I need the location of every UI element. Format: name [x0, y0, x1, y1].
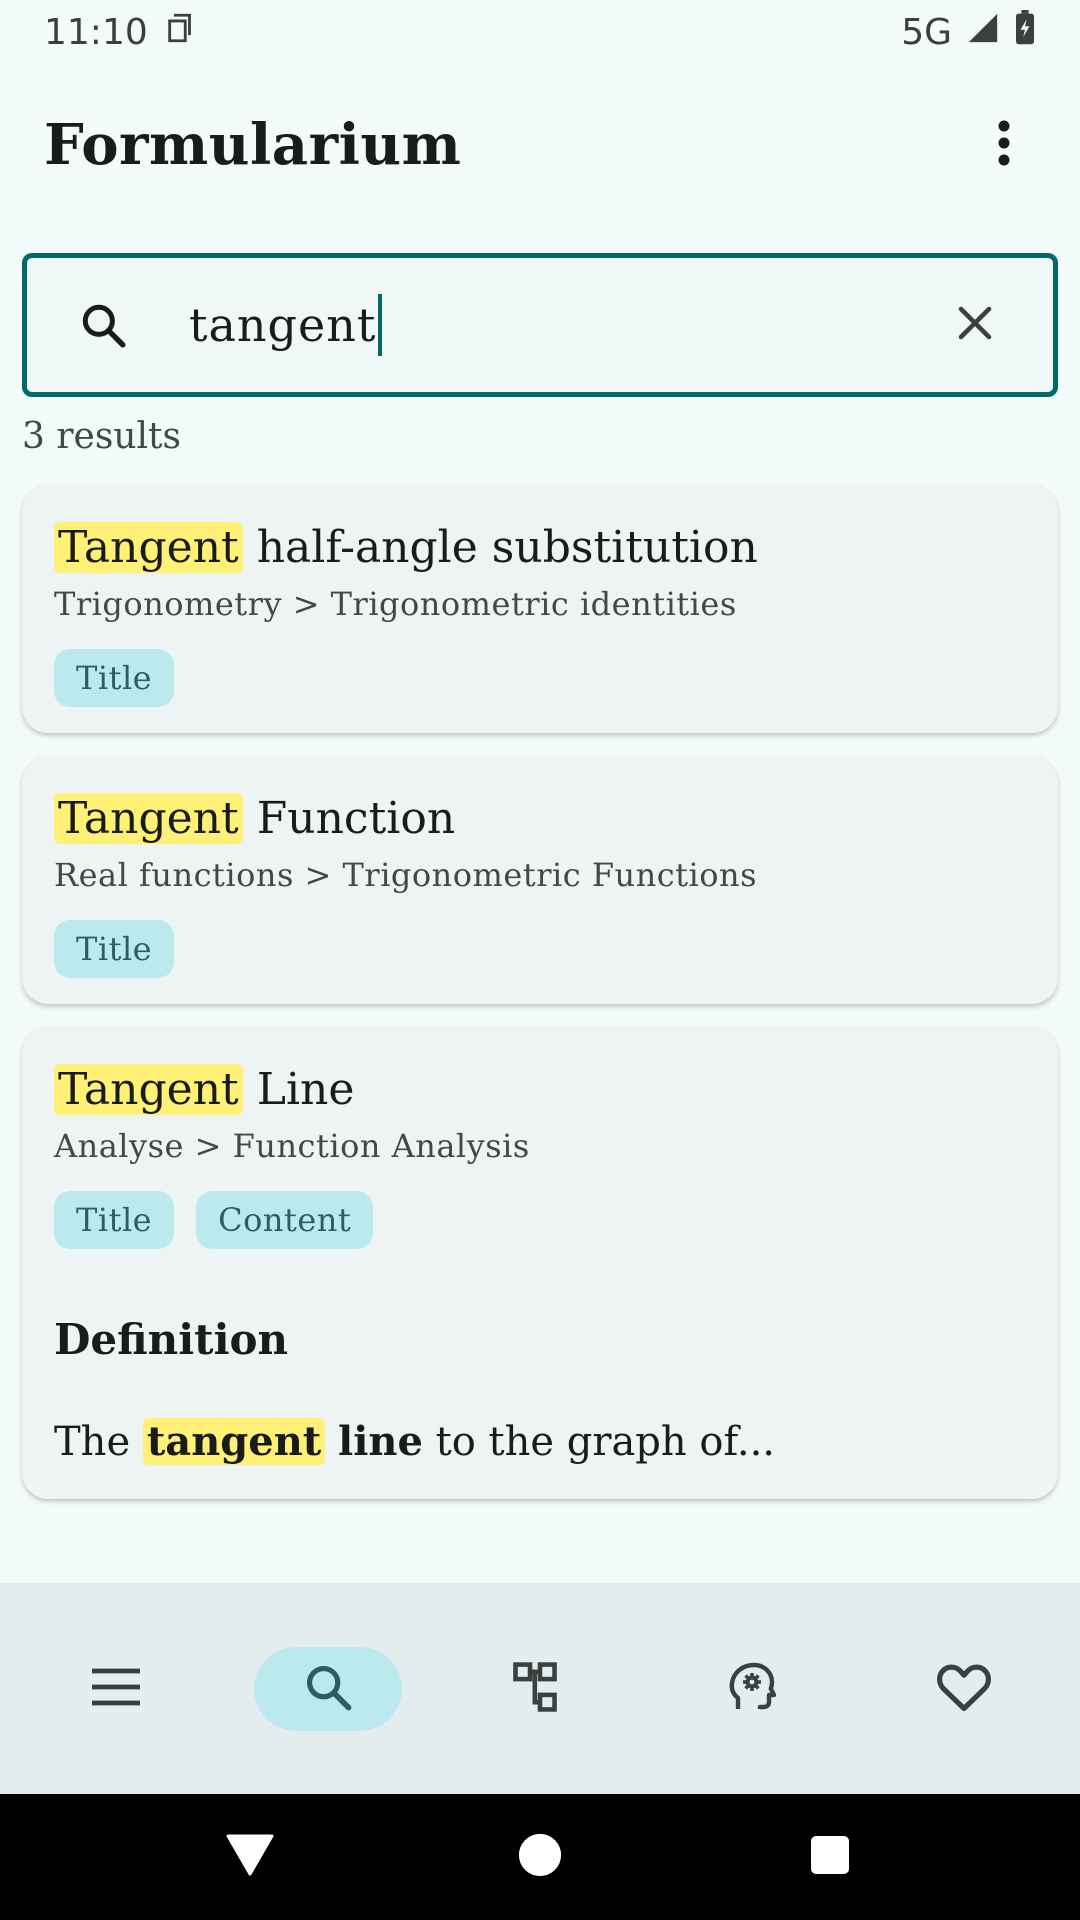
result-title: Tangent Line — [54, 1063, 1026, 1117]
match-tag: Content — [196, 1191, 374, 1249]
snippet-highlight: tangent — [142, 1418, 326, 1465]
battery-charging-icon — [1014, 9, 1036, 55]
menu-icon — [90, 1667, 142, 1711]
snippet-before: The — [54, 1419, 143, 1465]
result-title: Tangent Function — [54, 792, 1026, 846]
search-input[interactable]: tangent — [189, 294, 933, 356]
content-snippet: The tangent line to the graph of... — [54, 1418, 1026, 1465]
nav-hierarchy[interactable] — [466, 1647, 614, 1731]
network-label: 5G — [901, 11, 952, 53]
result-count: 3 results — [22, 416, 181, 457]
back-icon — [226, 1834, 274, 1880]
clear-search-button[interactable] — [933, 283, 1017, 367]
result-card[interactable]: Tangent half-angle substitution Trigonom… — [22, 485, 1058, 733]
brain-gear-icon — [728, 1661, 777, 1717]
nav-learn[interactable] — [678, 1647, 826, 1731]
match-tag: Title — [54, 1191, 175, 1249]
signal-icon — [966, 11, 1000, 54]
bottom-navigation — [0, 1583, 1080, 1794]
title-highlight: Tangent — [54, 1064, 243, 1115]
app-title: Formularium — [44, 112, 462, 178]
app-header: Formularium — [0, 90, 1080, 200]
result-title: Tangent half-angle substitution — [54, 521, 1026, 575]
system-navigation-bar — [0, 1794, 1080, 1920]
nav-favorites[interactable] — [890, 1647, 1038, 1731]
system-recents-button[interactable] — [800, 1827, 860, 1887]
close-icon — [954, 302, 996, 348]
match-tag: Title — [54, 649, 175, 707]
title-rest: half-angle substitution — [242, 522, 758, 573]
more-options-button[interactable] — [972, 113, 1036, 177]
match-tags: Title — [54, 649, 1026, 707]
title-highlight: Tangent — [54, 522, 243, 573]
result-category-path: Analyse > Function Analysis — [54, 1127, 530, 1165]
system-home-button[interactable] — [510, 1827, 570, 1887]
result-category-path: Real functions > Trigonometric Functions — [54, 856, 758, 894]
match-tags: Title Content — [54, 1191, 1026, 1249]
title-rest: Function — [242, 793, 456, 844]
heart-icon — [936, 1662, 992, 1716]
search-input-value: tangent — [189, 298, 377, 352]
text-caret — [378, 294, 383, 356]
status-bar: 11:10 5G — [0, 0, 1080, 64]
status-time: 11:10 — [44, 11, 148, 53]
nav-menu[interactable] — [42, 1647, 190, 1731]
snippet-section-heading: Definition — [54, 1315, 289, 1364]
search-icon — [61, 283, 145, 367]
title-rest: Line — [242, 1064, 355, 1115]
snippet-space — [325, 1419, 338, 1465]
match-tags: Title — [54, 920, 1026, 978]
search-field[interactable]: tangent — [22, 253, 1058, 397]
status-right: 5G — [901, 9, 1036, 55]
result-card[interactable]: Tangent Function Real functions > Trigon… — [22, 756, 1058, 1004]
hierarchy-icon — [513, 1661, 567, 1716]
match-tag: Title — [54, 920, 175, 978]
title-highlight: Tangent — [54, 793, 243, 844]
nav-search[interactable] — [254, 1646, 402, 1731]
sim-card-icon — [164, 11, 198, 54]
home-icon — [517, 1832, 563, 1882]
recents-icon — [810, 1835, 850, 1879]
snippet-after: to the graph of... — [422, 1419, 775, 1465]
result-card[interactable]: Tangent Line Analyse > Function Analysis… — [22, 1027, 1058, 1499]
search-icon — [302, 1661, 354, 1717]
status-left: 11:10 — [44, 11, 198, 54]
system-back-button[interactable] — [220, 1827, 280, 1887]
result-category-path: Trigonometry > Trigonometric identities — [54, 585, 737, 623]
more-vert-icon — [996, 119, 1012, 171]
snippet-bold: line — [338, 1418, 423, 1465]
